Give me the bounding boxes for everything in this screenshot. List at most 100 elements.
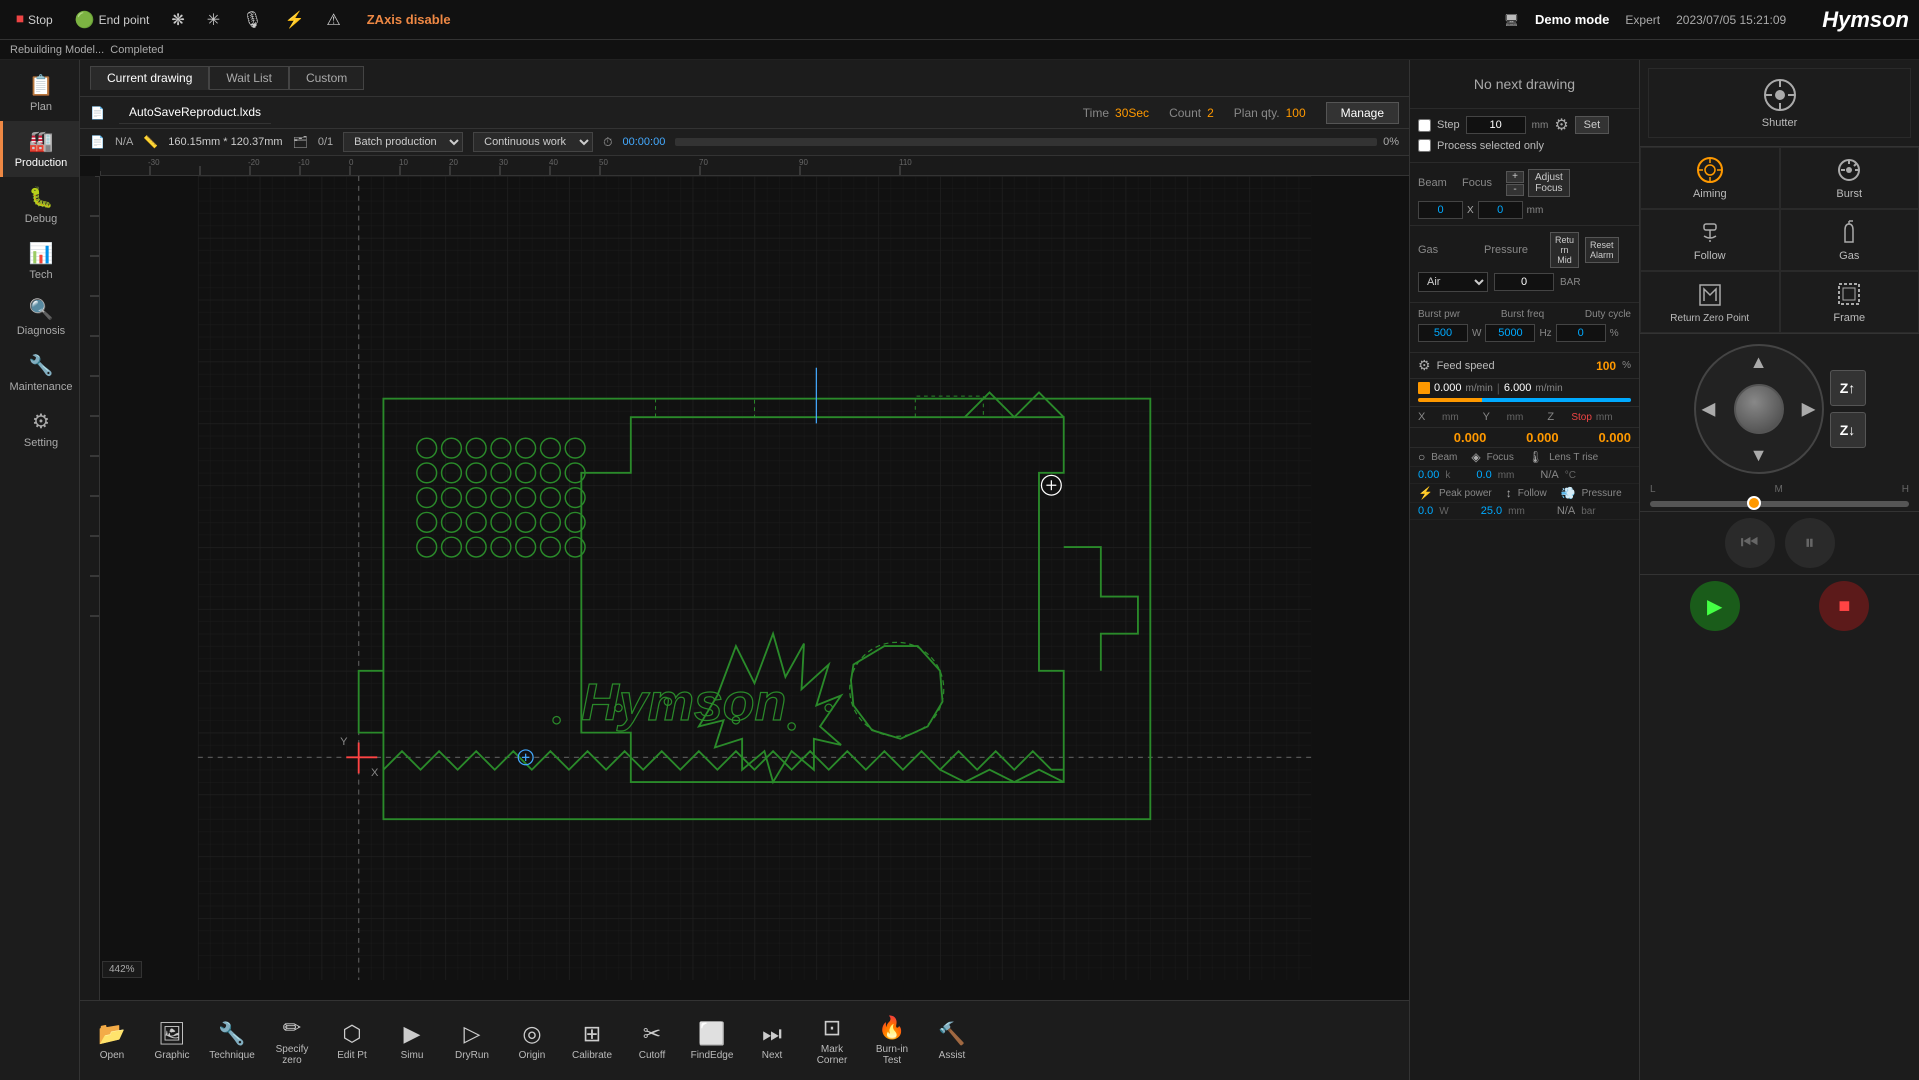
joystick-down[interactable]: ▼ <box>1750 445 1768 466</box>
z-stop-label: Stop <box>1571 412 1592 423</box>
z-down-button[interactable]: Z↓ <box>1830 412 1866 448</box>
specify-zero-icon: ✏ <box>283 1015 301 1041</box>
tool-burn-in-test[interactable]: 🔥 Burn-in Test <box>862 1003 922 1079</box>
tool-cutoff[interactable]: ✂ Cutoff <box>622 1003 682 1079</box>
icon-btn-1[interactable]: ❋ <box>165 8 190 32</box>
icon-btn-4[interactable]: ⚡ <box>278 8 310 32</box>
slider-track[interactable] <box>1650 501 1909 507</box>
tab-wait-list[interactable]: Wait List <box>209 66 289 90</box>
sidebar-item-diagnosis[interactable]: 🔍 Diagnosis <box>0 289 79 345</box>
minus-button[interactable]: - <box>1506 184 1524 196</box>
tool-graphic[interactable]: 🖼 Graphic <box>142 1003 202 1079</box>
joystick-area: ▲ ▼ ◀ ▶ Z↑ Z↓ <box>1640 334 1919 484</box>
frame-icon <box>1835 280 1863 308</box>
tool-dryrun[interactable]: ▷ DryRun <box>442 1003 502 1079</box>
tab-custom[interactable]: Custom <box>289 66 364 90</box>
y-value-item: 0.000 <box>1490 430 1558 445</box>
sidebar-item-debug[interactable]: 🐛 Debug <box>0 177 79 233</box>
step-back-button[interactable]: ⏮ <box>1725 518 1775 568</box>
burst-pwr-input[interactable] <box>1418 324 1468 342</box>
canvas-wrapper[interactable]: -30 -20 -10 0 10 20 30 40 50 <box>80 156 1409 1000</box>
canvas-area[interactable]: X Y <box>100 176 1409 980</box>
joystick-right[interactable]: ▶ <box>1802 399 1816 420</box>
tool-calibrate[interactable]: ⊞ Calibrate <box>562 1003 622 1079</box>
tool-simu[interactable]: ▶ Simu <box>382 1003 442 1079</box>
joystick-left[interactable]: ◀ <box>1702 399 1716 420</box>
gear-icon[interactable]: ⚙ <box>1554 115 1568 135</box>
set-button[interactable]: Set <box>1575 116 1610 134</box>
peak-mon-value: 0.0 <box>1418 505 1433 517</box>
sidebar-item-production[interactable]: 🏭 Production <box>0 121 79 177</box>
joystick-up[interactable]: ▲ <box>1750 352 1768 373</box>
beam-focus-section: Beam Focus + - Adjust Focus X mm <box>1410 163 1639 226</box>
frame-label: Frame <box>1833 312 1865 324</box>
icon-btn-3[interactable]: 🎙 <box>236 8 268 32</box>
stop-button[interactable]: ■ <box>1819 581 1869 631</box>
slider-thumb[interactable] <box>1747 496 1761 510</box>
speed1-unit: m/min <box>1466 383 1493 394</box>
follow-button[interactable]: Follow <box>1640 209 1780 271</box>
focus-value-input[interactable] <box>1478 201 1523 219</box>
pressure-input[interactable] <box>1494 273 1554 291</box>
step-checkbox[interactable] <box>1418 119 1431 132</box>
frame-button[interactable]: Frame <box>1780 271 1919 333</box>
reset-alarm-button[interactable]: Reset Alarm <box>1585 237 1619 263</box>
tool-mark-corner[interactable]: ⊡ Mark Corner <box>802 1003 862 1079</box>
sidebar-item-setting[interactable]: ⚙ Setting <box>0 401 79 457</box>
pause-button[interactable]: ⏸ <box>1785 518 1835 568</box>
icon-btn-5[interactable]: ⚠ <box>320 8 346 32</box>
sidebar-item-maintenance[interactable]: 🔧 Maintenance <box>0 345 79 401</box>
stop-button[interactable]: ⏹ Stop <box>10 9 59 31</box>
tool-edit-pt[interactable]: ⬡ Edit Pt <box>322 1003 382 1079</box>
batch-production-select[interactable]: Batch production <box>343 132 463 152</box>
burst-pwr-label: Burst pwr <box>1418 309 1460 320</box>
play-button[interactable]: ▶ <box>1690 581 1740 631</box>
y-position-value: 0.000 <box>1526 430 1559 445</box>
feed-speed-label: Feed speed <box>1437 360 1495 372</box>
sidebar-item-tech[interactable]: 📊 Tech <box>0 233 79 289</box>
peak-mon-unit: W <box>1439 506 1448 517</box>
follow-mon-icon: ↕ <box>1506 486 1512 500</box>
step-input[interactable] <box>1466 116 1526 134</box>
burst-button[interactable]: Burst <box>1780 147 1919 209</box>
wave-icon: ⚡ <box>284 10 304 30</box>
planqty-value: 100 <box>1286 106 1306 120</box>
gas-select[interactable]: Air N2 O2 <box>1418 272 1488 292</box>
aiming-button[interactable]: Aiming <box>1640 147 1780 209</box>
tool-assist[interactable]: 🔨 Assist <box>922 1003 982 1079</box>
origin-icon: ◎ <box>522 1021 541 1047</box>
tool-specify-zero[interactable]: ✏ Specify zero <box>262 1003 322 1079</box>
tool-next[interactable]: ⏭ Next <box>742 1003 802 1079</box>
shutter-label: Shutter <box>1762 117 1797 129</box>
gas-press-row: Gas Pressure Retu rn Mid Reset Alarm <box>1418 232 1631 268</box>
tool-technique[interactable]: 🔧 Technique <box>202 1003 262 1079</box>
z-up-button[interactable]: Z↑ <box>1830 370 1866 406</box>
return-zero-button[interactable]: Return Zero Point <box>1640 271 1780 333</box>
tool-origin[interactable]: ◎ Origin <box>502 1003 562 1079</box>
gas-button[interactable]: Gas <box>1780 209 1919 271</box>
duty-cycle-label: Duty cycle <box>1585 309 1631 320</box>
manage-button[interactable]: Manage <box>1326 102 1399 124</box>
joystick-center[interactable] <box>1734 384 1784 434</box>
return-mid-button[interactable]: Retu rn Mid <box>1550 232 1579 268</box>
spinner-icon: ❋ <box>171 10 184 30</box>
sidebar-item-plan[interactable]: 📋 Plan <box>0 65 79 121</box>
joystick-ring[interactable]: ▲ ▼ ◀ ▶ <box>1694 344 1824 474</box>
shutter-button[interactable]: Shutter <box>1648 68 1911 138</box>
beam-mon-label: Beam <box>1431 452 1457 463</box>
tab-current-drawing[interactable]: Current drawing <box>90 66 209 90</box>
tool-open[interactable]: 📂 Open <box>82 1003 142 1079</box>
setting-icon: ⚙ <box>32 409 50 434</box>
beam-value-input[interactable] <box>1418 201 1463 219</box>
process-selected-checkbox[interactable] <box>1418 139 1431 152</box>
icon-btn-2[interactable]: ✳ <box>201 8 226 32</box>
adjust-focus-button[interactable]: Adjust Focus <box>1528 169 1570 197</box>
continuous-work-select[interactable]: Continuous work <box>473 132 593 152</box>
duty-cycle-input[interactable] <box>1556 324 1606 342</box>
next-icon: ⏭ <box>762 1021 782 1047</box>
burst-freq-input[interactable] <box>1485 324 1535 342</box>
endpoint-button[interactable]: 🟢 End point <box>69 8 156 32</box>
layers-icon: 🗂 <box>293 135 308 149</box>
plus-button[interactable]: + <box>1506 171 1524 183</box>
tool-find-edge[interactable]: ⬜ FindEdge <box>682 1003 742 1079</box>
